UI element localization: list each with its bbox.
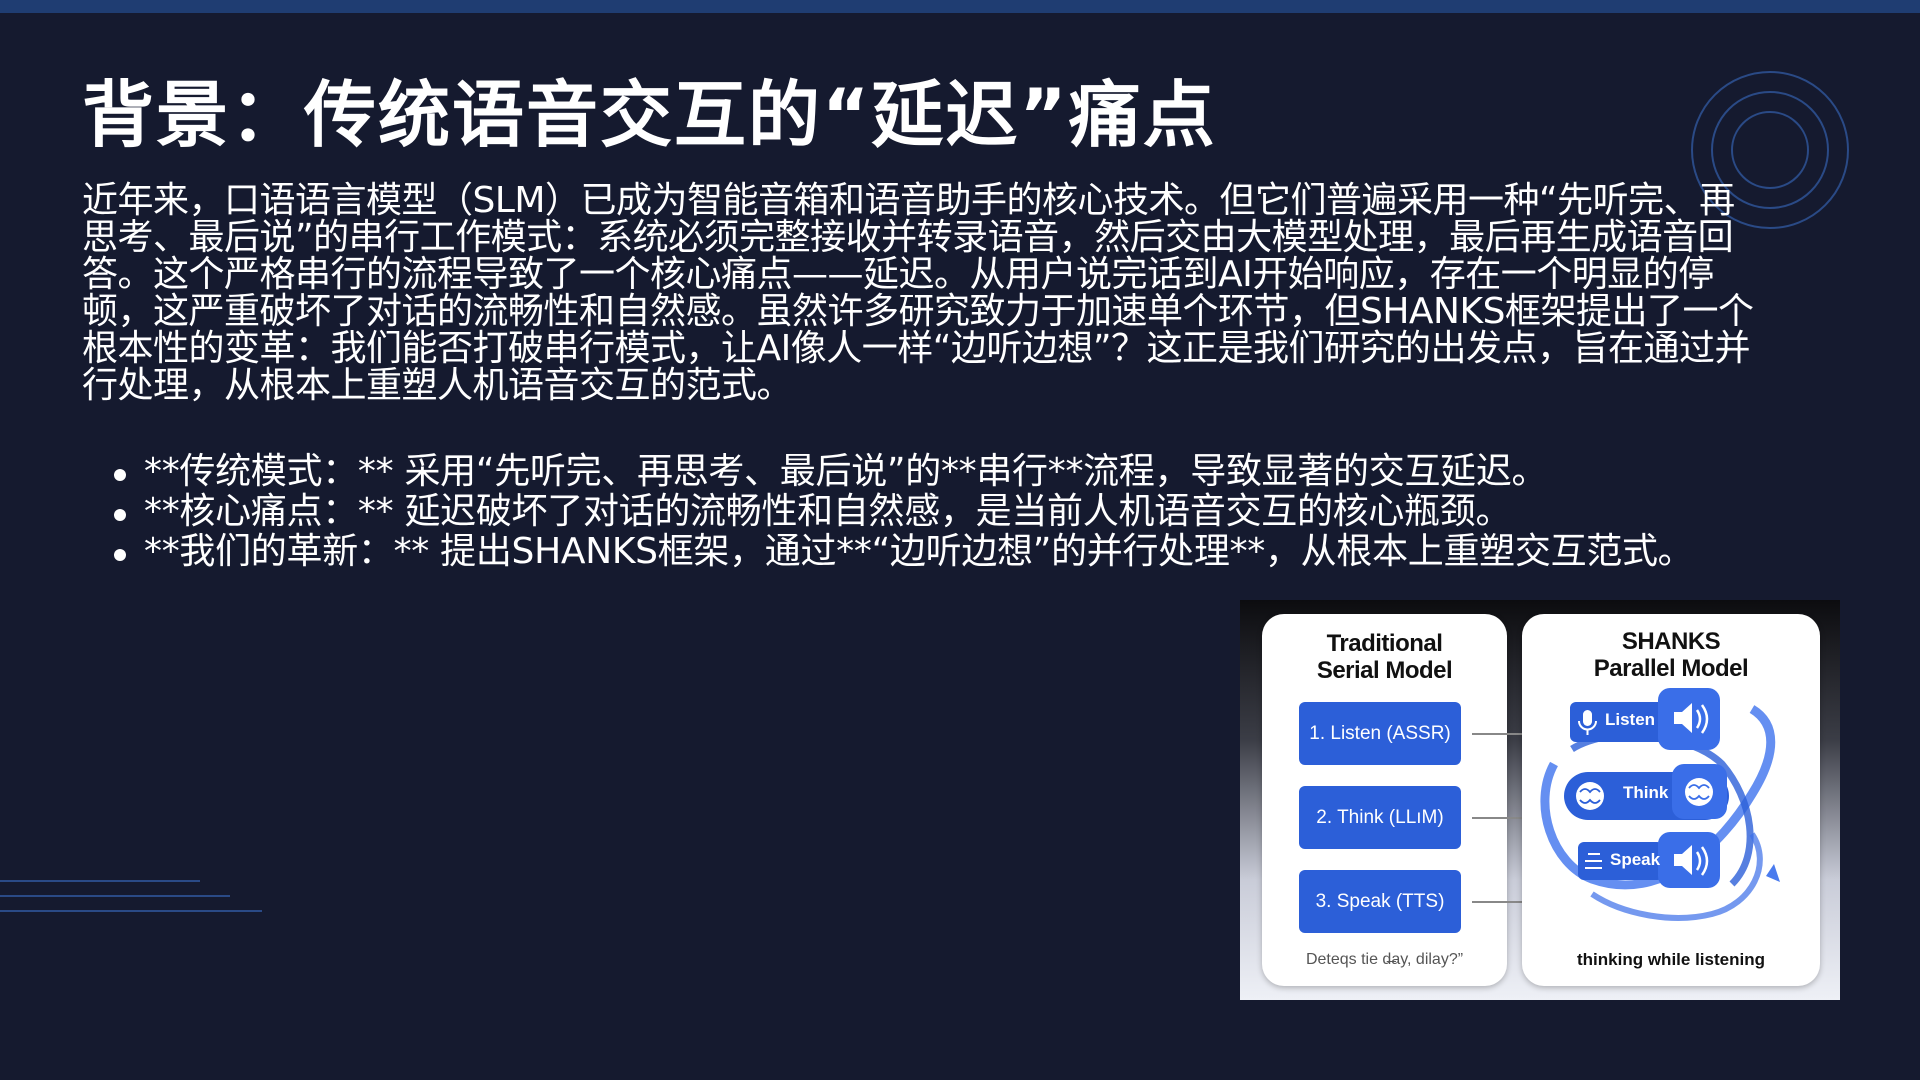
bullet-item: **核心痛点：** 延迟破坏了对话的流畅性和自然感，是当前人机语音交互的核心瓶颈… [110,492,1850,532]
bullet-dot-icon [114,509,126,521]
parallel-label-think: Think [1623,783,1669,802]
decorative-lines [0,880,262,912]
intro-paragraph: 近年来，口语语言模型（SLM）已成为智能音箱和语音助手的核心技术。但它们普遍采用… [82,180,1754,406]
top-accent-bar [0,0,1920,13]
bullet-item: **传统模式：** 采用“先听完、再思考、最后说”的**串行**流程，导致显著的… [110,452,1850,492]
bullet-text: **传统模式：** 采用“先听完、再思考、最后说”的**串行**流程，导致显著的… [144,451,1548,492]
bullet-text: **核心痛点：** 延迟破坏了对话的流畅性和自然感，是当前人机语音交互的核心瓶颈… [144,491,1512,532]
bullet-dot-icon [114,469,126,481]
parallel-label-speak: Speak [1610,850,1661,869]
bullet-text: **我们的革新：** 提出SHANKS框架，通过**“边听边想”的并行处理**，… [144,531,1694,572]
comparison-figure: Traditional Serial Model 1. Listen (ASSR… [1240,600,1840,1000]
arrowhead-icon [1766,864,1780,882]
slide-title: 背景：传统语音交互的“延迟”痛点 [82,73,1217,157]
parallel-flow-diagram [1540,688,1780,921]
parallel-label-listen: Listen [1605,710,1656,729]
bullet-dot-icon [114,549,126,561]
parallel-model-panel: SHANKS Parallel Model Listen Think Speak… [1522,614,1820,986]
brain-icon [1685,778,1713,806]
parallel-model-caption: thinking while listening [1577,950,1765,969]
bullet-list: **传统模式：** 采用“先听完、再思考、最后说”的**串行**流程，导致显著的… [110,452,1850,572]
bullet-item: **我们的革新：** 提出SHANKS框架，通过**“边听边想”的并行处理**，… [110,532,1850,572]
brain-icon [1576,782,1604,810]
